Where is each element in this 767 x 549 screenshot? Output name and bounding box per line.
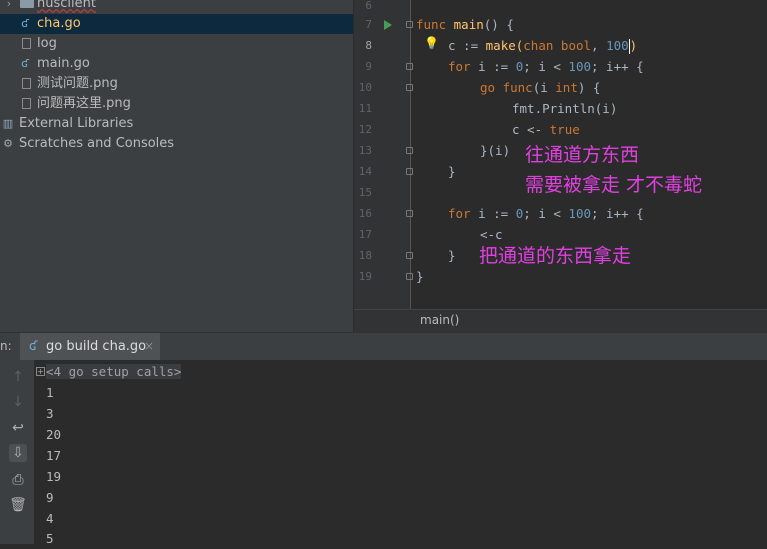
code-line-16[interactable]: for i := 0; i < 100; i++ {	[448, 203, 644, 224]
run-tab-go-build[interactable]: ʛ go build cha.go ×	[20, 333, 160, 360]
console-line: 17	[46, 448, 62, 463]
chevron-right-icon[interactable]: ›	[2, 0, 16, 11]
fold-marker-icon[interactable]	[406, 63, 413, 70]
project-tree: › nusclient ʛ cha.go log ʛ main.go 测试问题.…	[0, 0, 354, 332]
gutter-separator	[410, 0, 411, 309]
fold-marker-icon[interactable]	[406, 273, 413, 280]
tree-item-main-go[interactable]: ʛ main.go	[0, 54, 354, 74]
breadcrumb-bar: main()	[354, 309, 767, 332]
console-output[interactable]: + <4 go setup calls> 1 3 20 17 19 9 4 5	[34, 360, 767, 546]
code-line-9[interactable]: for i := 0; i < 100; i++ {	[448, 56, 644, 77]
console-line: 20	[46, 427, 62, 442]
code-line-18[interactable]: }	[448, 245, 456, 266]
console-setup-calls[interactable]: <4 go setup calls>	[46, 361, 182, 382]
line-number-current: 8	[365, 39, 372, 52]
lightbulb-icon[interactable]: 💡	[424, 36, 439, 50]
print-icon[interactable]: ⎙	[9, 471, 27, 489]
image-file-icon	[22, 98, 31, 109]
line-number: 10	[358, 81, 372, 94]
expand-icon[interactable]: +	[36, 367, 45, 376]
console-line: 9	[46, 490, 54, 505]
code-editor[interactable]: 6 7 8 9 10 11 12 13 14 15 16 17 18 19 💡 …	[354, 0, 767, 309]
line-number: 18	[358, 249, 372, 262]
soft-wrap-icon[interactable]: ↩	[9, 419, 27, 437]
go-file-icon: ʛ	[21, 17, 29, 30]
breadcrumb[interactable]: main()	[420, 313, 459, 327]
code-line-14[interactable]: }	[448, 161, 456, 182]
line-number: 16	[358, 207, 372, 220]
annotation-note: 往通道方东西	[525, 144, 640, 166]
tree-item-log[interactable]: log	[0, 34, 354, 54]
tree-item-cha-go[interactable]: ʛ cha.go	[0, 14, 354, 34]
tree-item-problem-png[interactable]: 问题再这里.png	[0, 94, 354, 114]
tree-item-nusclient[interactable]: › nusclient	[0, 0, 354, 14]
line-number: 12	[358, 123, 372, 136]
fold-marker-icon[interactable]	[406, 210, 413, 217]
annotation-note: 需要被拿走 才不毒蛇	[525, 174, 703, 196]
scroll-to-end-icon[interactable]: ⇩	[9, 444, 27, 462]
line-number: 11	[358, 102, 372, 115]
line-number: 15	[358, 186, 372, 199]
code-line-8[interactable]: c := make(chan bool, 100)	[448, 35, 637, 56]
arrow-down-icon[interactable]: ↓	[9, 393, 27, 411]
run-toolbar: ↑ ↓ ↩ ⇩ ⎙ 🗑	[0, 360, 34, 544]
fold-marker-icon[interactable]	[406, 147, 413, 154]
line-number: 13	[358, 144, 372, 157]
fold-marker-icon[interactable]	[406, 21, 413, 28]
console-line: 5	[46, 531, 54, 546]
arrow-up-icon[interactable]: ↑	[9, 368, 27, 386]
trash-icon[interactable]: 🗑	[9, 496, 27, 514]
line-number: 17	[358, 228, 372, 241]
go-file-icon: ʛ	[29, 339, 38, 353]
code-line-7[interactable]: func main() {	[416, 14, 514, 35]
code-line-13[interactable]: }(i)	[480, 140, 510, 161]
folder-icon	[20, 0, 34, 8]
line-number: 9	[365, 60, 372, 73]
console-line: 3	[46, 406, 54, 421]
line-number: 14	[358, 165, 372, 178]
file-icon	[22, 38, 31, 49]
line-number: 19	[358, 270, 372, 283]
code-line-11[interactable]: fmt.Println(i)	[512, 98, 617, 119]
line-number: 7	[365, 18, 372, 31]
run-panel-header: n: ʛ go build cha.go ×	[0, 332, 767, 360]
fold-marker-icon[interactable]	[406, 84, 413, 91]
console-line: 19	[46, 469, 62, 484]
tree-item-test-png[interactable]: 测试问题.png	[0, 74, 354, 94]
tree-item-external-libraries[interactable]: ▥ External Libraries	[0, 114, 354, 134]
fold-marker-icon[interactable]	[406, 252, 413, 259]
go-file-icon: ʛ	[21, 57, 29, 70]
code-line-19[interactable]: }	[416, 266, 424, 287]
annotation-note: 把通道的东西拿走	[479, 245, 632, 267]
fold-marker-icon[interactable]	[406, 168, 413, 175]
scratches-icon: ⚙	[3, 137, 13, 150]
run-gutter-icon[interactable]	[384, 20, 392, 30]
console-line: 1	[46, 385, 54, 400]
code-line-12[interactable]: c <- true	[512, 119, 580, 140]
image-file-icon	[22, 78, 31, 89]
run-panel-title: n:	[0, 339, 12, 353]
close-icon[interactable]: ×	[144, 339, 154, 353]
console-line: 4	[46, 511, 54, 526]
tree-item-scratches[interactable]: ⚙ Scratches and Consoles	[0, 134, 354, 154]
library-icon: ▥	[2, 117, 14, 130]
code-line-10[interactable]: go func(i int) {	[480, 77, 600, 98]
